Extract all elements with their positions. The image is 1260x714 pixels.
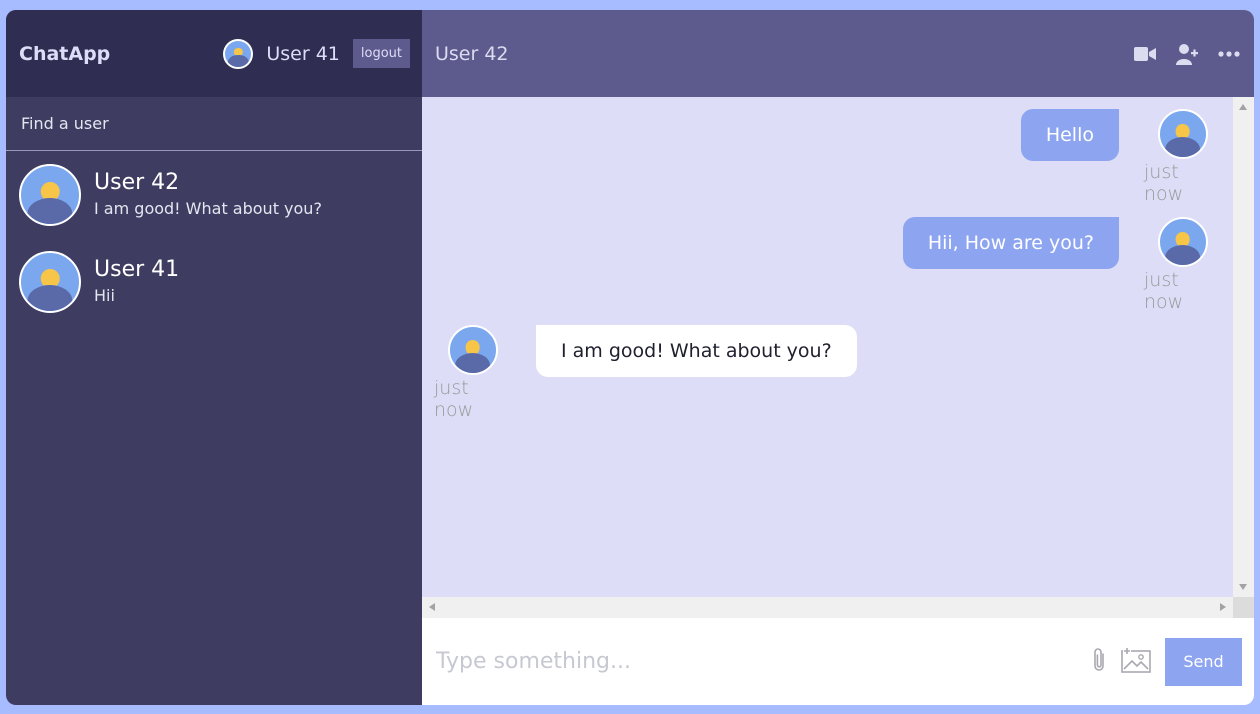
search-input[interactable] bbox=[21, 114, 401, 133]
message: just now I am good! What about you? bbox=[434, 325, 1221, 421]
message-input[interactable] bbox=[436, 649, 1091, 674]
send-button[interactable]: Send bbox=[1165, 637, 1242, 686]
message-bubble: I am good! What about you? bbox=[536, 325, 857, 377]
message-input-bar: Send bbox=[422, 618, 1254, 705]
message-bubble: Hii, How are you? bbox=[902, 217, 1119, 269]
chat-user-name: User 41 bbox=[94, 256, 180, 282]
sidebar: ChatApp User 41 logout User 42 I am good… bbox=[6, 10, 422, 705]
add-user-icon[interactable] bbox=[1176, 43, 1198, 65]
chat-app: ChatApp User 41 logout User 42 I am good… bbox=[6, 10, 1254, 705]
horizontal-scrollbar[interactable] bbox=[422, 597, 1233, 618]
avatar bbox=[1157, 109, 1208, 159]
chat-list-item[interactable]: User 41 Hii bbox=[6, 238, 422, 325]
chat-list-item[interactable]: User 42 I am good! What about you? bbox=[6, 151, 422, 238]
message: just now Hello bbox=[434, 109, 1221, 205]
scrollbar-corner bbox=[1233, 597, 1254, 618]
chat-panel: User 42 just now Hello just now Hii, How… bbox=[422, 10, 1254, 705]
image-icon[interactable] bbox=[1121, 646, 1151, 677]
video-camera-icon[interactable] bbox=[1134, 46, 1156, 62]
scroll-right-arrow-icon[interactable] bbox=[1220, 603, 1226, 611]
chat-title: User 42 bbox=[435, 42, 509, 65]
app-logo: ChatApp bbox=[19, 42, 111, 65]
message-bubble: Hello bbox=[1020, 109, 1119, 161]
chat-user-name: User 42 bbox=[94, 169, 180, 195]
send-area: Send bbox=[1091, 637, 1242, 686]
sidebar-navbar: ChatApp User 41 logout bbox=[6, 10, 422, 97]
message-time: just now bbox=[1144, 161, 1184, 205]
chat-list: User 42 I am good! What about you? User … bbox=[6, 151, 422, 325]
avatar bbox=[447, 325, 498, 375]
message-time: just now bbox=[434, 377, 474, 421]
scroll-down-arrow-icon[interactable] bbox=[1239, 584, 1247, 590]
messages-area: just now Hello just now Hii, How are you… bbox=[422, 97, 1254, 618]
avatar bbox=[1157, 217, 1208, 267]
vertical-scrollbar[interactable] bbox=[1233, 97, 1254, 597]
chat-last-message: I am good! What about you? bbox=[94, 198, 322, 218]
message-time: just now bbox=[1144, 269, 1184, 313]
message-list: just now Hello just now Hii, How are you… bbox=[422, 97, 1233, 597]
scroll-left-arrow-icon[interactable] bbox=[429, 603, 435, 611]
message: just now Hii, How are you? bbox=[434, 217, 1221, 313]
scroll-up-arrow-icon[interactable] bbox=[1239, 104, 1247, 110]
search-bar bbox=[6, 97, 422, 151]
current-user-name: User 41 bbox=[266, 42, 340, 65]
chat-header: User 42 bbox=[422, 10, 1254, 97]
logout-button[interactable]: logout bbox=[352, 39, 410, 68]
avatar bbox=[19, 250, 81, 313]
avatar bbox=[19, 163, 81, 226]
chat-last-message: Hii bbox=[94, 285, 115, 305]
chat-header-icons bbox=[1114, 43, 1240, 65]
more-icon[interactable] bbox=[1218, 50, 1240, 57]
current-user: User 41 logout bbox=[223, 38, 410, 69]
attach-icon[interactable] bbox=[1091, 646, 1107, 678]
current-user-avatar bbox=[223, 38, 254, 69]
